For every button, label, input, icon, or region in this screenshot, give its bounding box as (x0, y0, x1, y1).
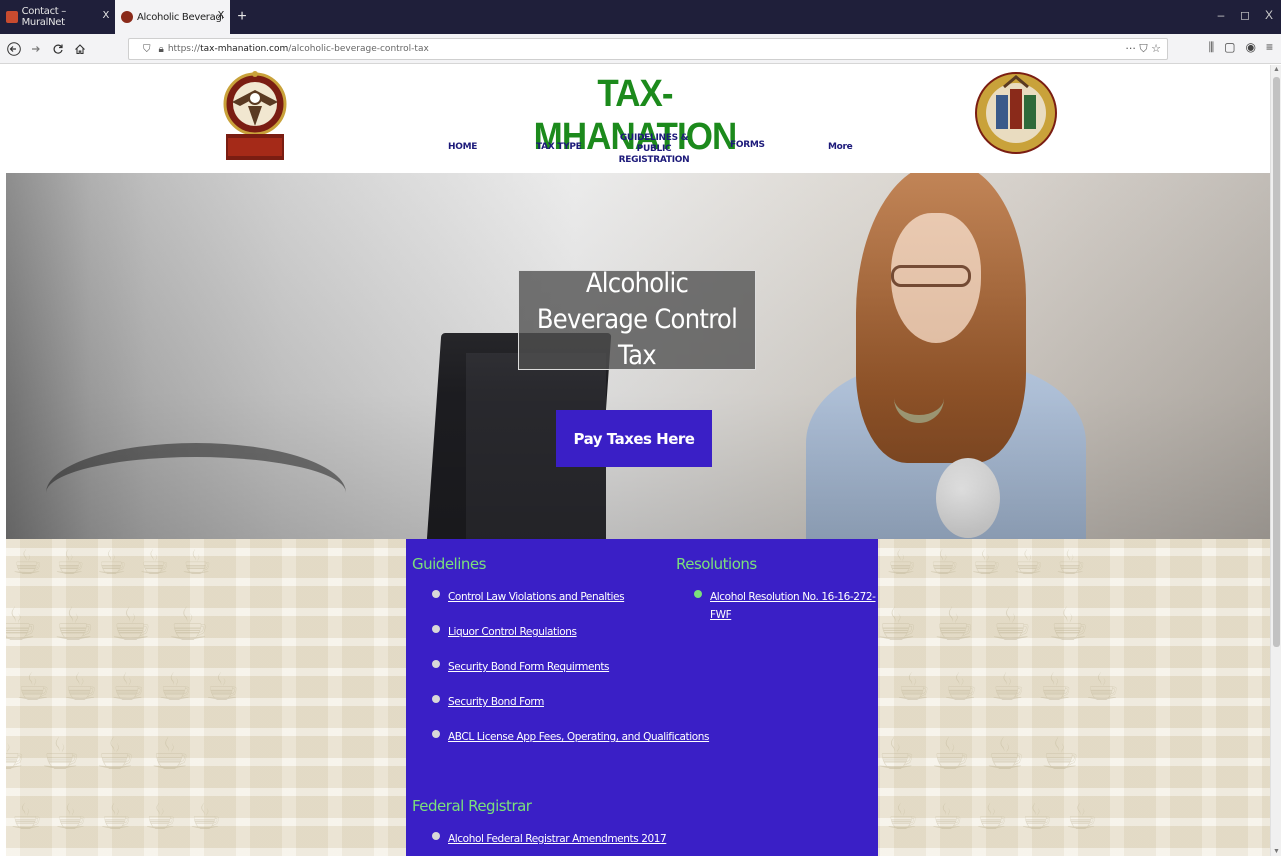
scroll-down-icon[interactable]: ▼ (1273, 848, 1280, 855)
bullet-icon (432, 590, 440, 598)
guideline-link[interactable]: Control Law Violations and Penalties (448, 591, 625, 603)
tab-alcoholic-beverage[interactable]: Alcoholic Beverage Control Tax X (115, 0, 230, 34)
library-icon[interactable]: ⫼ (1209, 40, 1215, 55)
bullet-icon (694, 590, 702, 598)
nav-home[interactable]: HOME (448, 142, 477, 153)
guidelines-list: Control Law Violations and Penalties Liq… (432, 587, 709, 762)
list-item: Alcohol Federal Registrar Amendments 201… (432, 829, 667, 856)
hero-title-box: Alcoholic Beverage Control Tax (518, 268, 756, 371)
tribal-seal-icon (975, 72, 1057, 154)
back-arrow-icon (7, 41, 21, 56)
url-prefix: https:// (167, 44, 201, 54)
coffee-watermark: ☕ ☕ ☕ ☕ ☕ (896, 665, 1120, 709)
minimize-button[interactable]: – (1209, 0, 1233, 34)
resolutions-list: Alcohol Resolution No. 16-16-272-FWF (694, 587, 878, 622)
pay-taxes-button[interactable]: Pay Taxes Here (556, 410, 712, 467)
nav-guidelines-public-registration[interactable]: GUIDELINES & PUBLIC REGISTRATION (608, 133, 700, 166)
resolutions-heading: Resolutions (676, 555, 757, 573)
list-item: Control Law Violations and Penalties (432, 587, 709, 622)
list-item: Security Bond Form (432, 692, 709, 727)
restore-button[interactable]: ◻ (1233, 0, 1257, 34)
url-path: /alcoholic-beverage-control-tax (288, 44, 429, 54)
guideline-link[interactable]: Security Bond Form (448, 696, 544, 708)
coffee-watermark: ☕ ☕ ☕ ☕ ☕ (886, 543, 1086, 583)
list-item: Security Bond Form Requirments (432, 657, 709, 692)
hero-title: Alcoholic Beverage Control Tax (536, 268, 738, 371)
tab-close-icon[interactable]: X (102, 10, 109, 21)
new-tab-button[interactable]: + (230, 0, 254, 34)
list-item: ABCL License App Fees, Operating, and Qu… (432, 727, 709, 762)
list-item: Liquor Control Regulations (432, 622, 709, 657)
shield-icon: ⛉ (143, 43, 151, 55)
tax-department-logo[interactable] (220, 68, 290, 168)
coffee-watermark: ☕ ☕ ☕ ☕ ☕ (10, 797, 222, 838)
guideline-link[interactable]: ABCL License App Fees, Operating, and Qu… (448, 731, 709, 743)
eagle-seal-icon (223, 71, 287, 160)
page-scrollbar[interactable]: ▲ ▼ (1270, 65, 1281, 856)
browser-toolbar-icons: ⫼ ▢ ◉ ≡ (1209, 40, 1273, 55)
menu-icon[interactable]: ≡ (1266, 40, 1273, 55)
muralnet-favicon-icon (6, 11, 18, 23)
coffee-watermark: ☕ ☕ ☕ ☕ ☕ (886, 797, 1098, 838)
bullet-icon (432, 660, 440, 668)
window-controls: – ◻ X (1209, 0, 1281, 34)
url-host: tax-mhanation.com (200, 44, 289, 54)
lock-icon: 🔒︎ (158, 43, 164, 55)
bullet-icon (432, 625, 440, 633)
tab-close-icon[interactable]: X (217, 10, 224, 21)
bullet-icon (432, 695, 440, 703)
sidebar-icon[interactable]: ▢ (1224, 40, 1235, 55)
federal-registrar-list: Alcohol Federal Registrar Amendments 201… (432, 829, 667, 856)
extension-icon[interactable]: ◉ (1246, 40, 1256, 55)
browser-navbar: ⛉ 🔒︎ https:// tax-mhanation.com /alcohol… (0, 34, 1281, 64)
tab-title: Contact – MuralNet (21, 6, 67, 28)
coffee-watermark: ☕ ☕ ☕ ☕ (6, 729, 190, 780)
federal-registrar-heading: Federal Registrar (412, 797, 532, 815)
tab-contact[interactable]: Contact – MuralNet X (0, 0, 115, 34)
scrollbar-thumb[interactable] (1273, 77, 1280, 647)
guideline-link[interactable]: Security Bond Form Requirments (448, 661, 610, 673)
hero-banner: Alcoholic Beverage Control Tax Pay Taxes… (6, 173, 1270, 539)
resolution-link[interactable]: Alcohol Resolution No. 16-16-272-FWF (710, 591, 876, 621)
content-section: ☕ ☕ ☕ ☕ ☕ ☕ ☕ ☕ ☕ ☕ ☕ ☕ ☕ ☕ ☕ ☕ ☕ ☕ ☕ ☕ … (6, 539, 1270, 856)
back-button[interactable] (6, 39, 22, 59)
coffee-watermark: ☕ ☕ ☕ ☕ (6, 597, 209, 651)
forward-arrow-icon (32, 45, 40, 52)
coffee-watermark: ☕ ☕ ☕ ☕ (876, 729, 1080, 780)
coffee-watermark: ☕ ☕ ☕ ☕ ☕ (12, 543, 212, 583)
scroll-up-icon[interactable]: ▲ (1273, 66, 1280, 73)
site-favicon-icon (121, 11, 133, 23)
reload-icon (53, 44, 63, 54)
guidelines-heading: Guidelines (412, 555, 486, 573)
forward-button[interactable] (28, 39, 44, 59)
site-header: TAX-MHANATION HOME TAX TYPE GUIDELINES &… (0, 65, 1270, 173)
url-actions[interactable]: ··· ⛉ ☆ (1125, 42, 1161, 56)
home-button[interactable] (72, 39, 88, 59)
bullet-icon (432, 832, 440, 840)
links-panel: Guidelines Control Law Violations and Pe… (406, 539, 878, 856)
close-window-button[interactable]: X (1257, 0, 1281, 34)
url-bar[interactable]: ⛉ 🔒︎ https:// tax-mhanation.com /alcohol… (128, 38, 1168, 60)
tab-title: Alcoholic Beverage Control Tax (137, 11, 223, 23)
nav-tax-type[interactable]: TAX TYPE (536, 142, 582, 153)
reload-button[interactable] (50, 39, 66, 59)
home-icon (75, 43, 85, 54)
coffee-watermark: ☕ ☕ ☕ ☕ ☕ (16, 665, 240, 709)
federal-registrar-link[interactable]: Alcohol Federal Registrar Amendments 201… (448, 833, 667, 845)
nav-forms[interactable]: FORMS (730, 140, 765, 151)
tribal-seal-logo[interactable] (974, 71, 1058, 155)
guideline-link[interactable]: Liquor Control Regulations (448, 626, 577, 638)
bullet-icon (432, 730, 440, 738)
browser-tabstrip: Contact – MuralNet X Alcoholic Beverage … (0, 0, 1281, 34)
nav-more[interactable]: More (828, 142, 853, 153)
list-item: Alcohol Resolution No. 16-16-272-FWF (694, 587, 878, 622)
main-nav: HOME TAX TYPE GUIDELINES & PUBLIC REGIST… (430, 133, 870, 166)
coffee-watermark: ☕ ☕ ☕ ☕ (876, 597, 1089, 651)
